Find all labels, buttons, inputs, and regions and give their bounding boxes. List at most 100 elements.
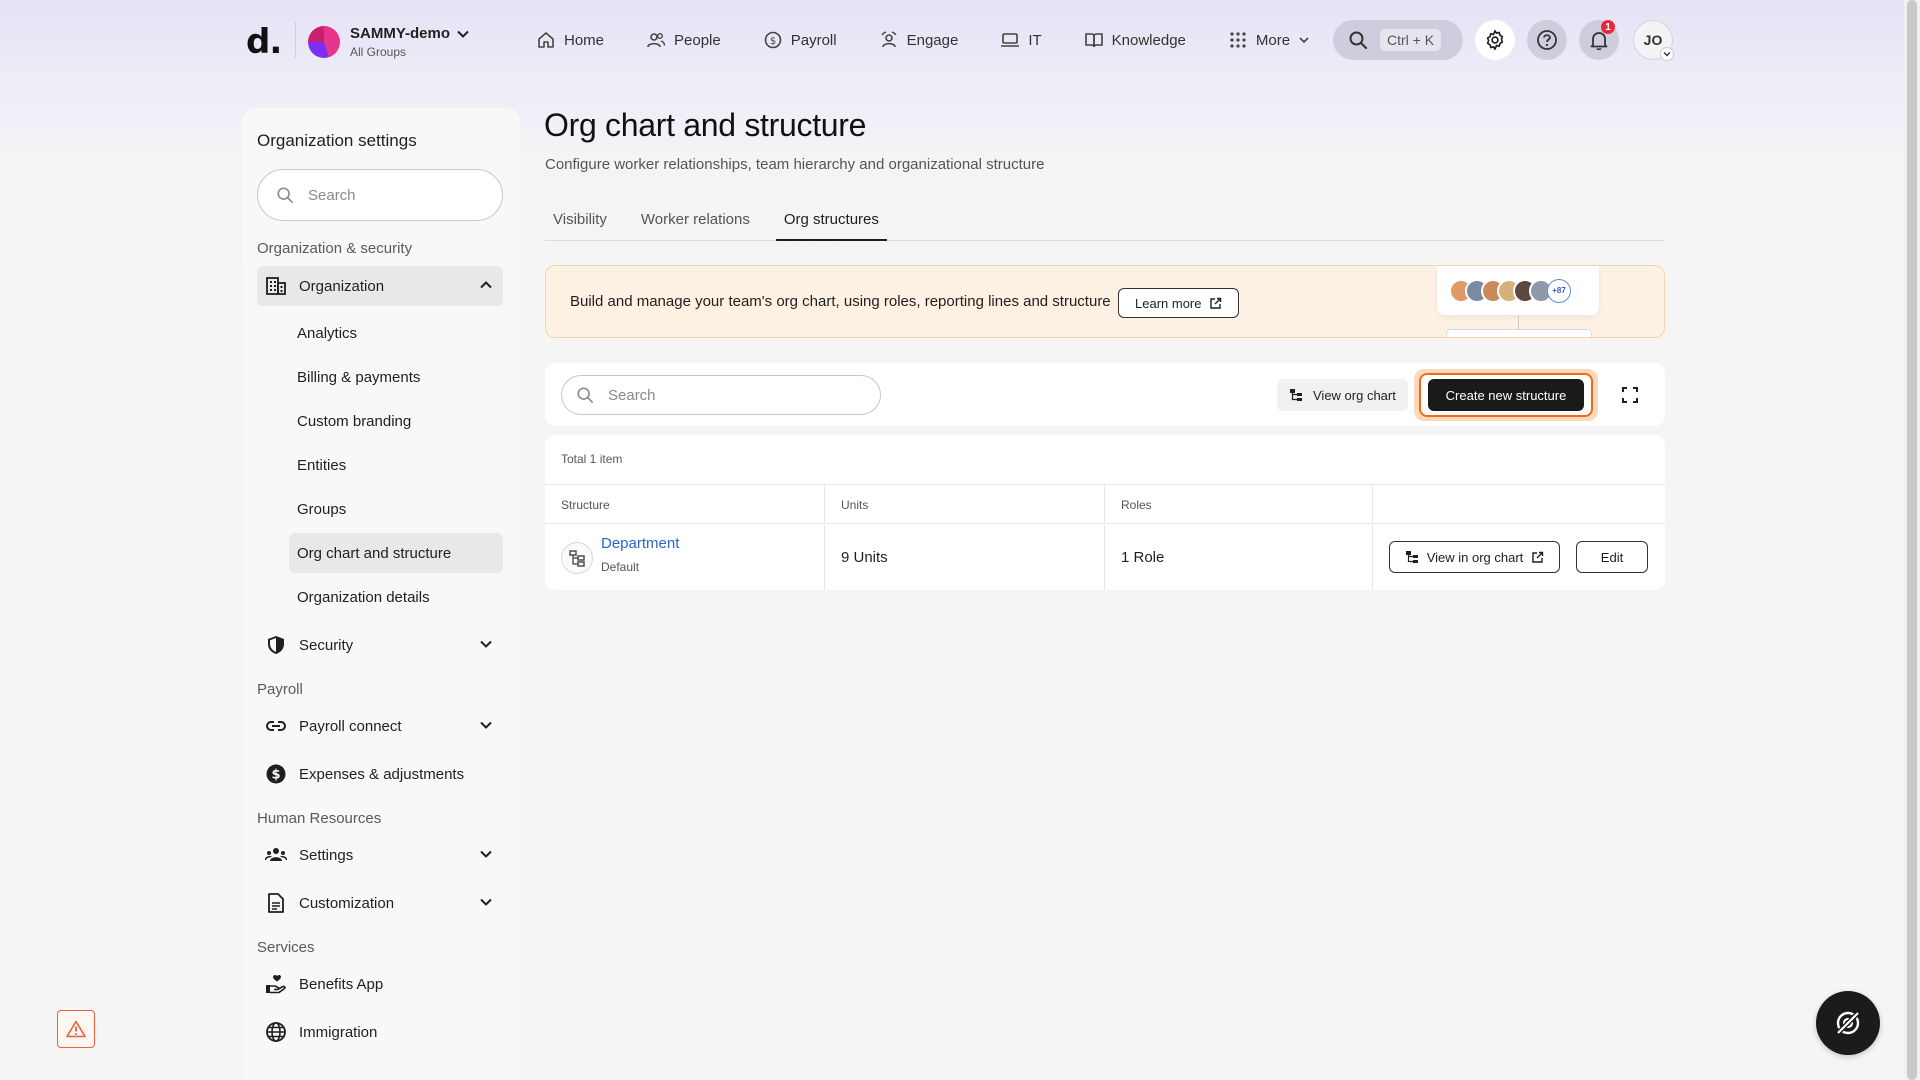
team-icon — [265, 844, 287, 866]
column-header-roles: Roles — [1105, 485, 1373, 524]
dollar-icon: $ — [265, 763, 287, 785]
nav-divider — [295, 22, 296, 58]
nav-it[interactable]: IT — [1000, 24, 1042, 56]
sidebar-item-label: Payroll connect — [299, 717, 402, 735]
cell-roles: 1 Role — [1105, 525, 1373, 590]
nav-engage[interactable]: Engage — [879, 24, 959, 56]
tab-org-structures[interactable]: Org structures — [775, 200, 887, 241]
help-button[interactable] — [1527, 20, 1567, 60]
sidebar-subitem-entities[interactable]: Entities — [289, 445, 503, 485]
support-icon — [1833, 1008, 1863, 1038]
book-icon — [1084, 30, 1104, 50]
org-group-label: All Groups — [350, 45, 407, 59]
external-link-icon — [1209, 297, 1222, 310]
sidebar-item-settings[interactable]: Settings — [257, 835, 503, 875]
chevron-down-icon — [479, 895, 493, 909]
cell-units: 9 Units — [825, 525, 1105, 590]
illustration-node — [1446, 329, 1592, 337]
org-name-row: SAMMY-demo — [350, 25, 470, 42]
view-org-chart-button[interactable]: View org chart — [1277, 379, 1408, 411]
sidebar-subitem-org-details[interactable]: Organization details — [289, 577, 503, 617]
sidebar-item-expenses[interactable]: $ Expenses & adjustments — [257, 754, 503, 794]
structures-search-input[interactable]: Search — [561, 375, 881, 415]
sidebar-item-benefits[interactable]: Benefits App — [257, 964, 503, 1004]
sidebar-item-payroll-connect[interactable]: Payroll connect — [257, 706, 503, 746]
page-scrollbar[interactable] — [1904, 0, 1920, 1080]
nav-home-label: Home — [564, 31, 605, 49]
svg-text:$: $ — [271, 768, 280, 783]
sidebar-item-organization[interactable]: Organization — [257, 266, 503, 306]
nav-more[interactable]: More — [1228, 24, 1310, 56]
cell-actions: View in org chart Edit — [1373, 525, 1665, 590]
create-new-structure-button[interactable]: Create new structure — [1428, 379, 1584, 411]
global-search-button[interactable]: Ctrl + K — [1333, 20, 1463, 60]
scrollbar-thumb[interactable] — [1907, 0, 1917, 1080]
chevron-down-icon — [479, 718, 493, 732]
structure-icon — [561, 542, 593, 574]
sidebar-item-label: Settings — [299, 846, 354, 864]
section-org-security: Organization & security — [257, 240, 413, 257]
tab-worker-relations[interactable]: Worker relations — [633, 200, 758, 241]
fullscreen-button[interactable] — [1616, 381, 1644, 409]
sidebar-subitem-analytics[interactable]: Analytics — [289, 313, 503, 353]
view-in-org-chart-label: View in org chart — [1426, 549, 1524, 565]
sidebar-item-label: Security — [299, 636, 354, 654]
table-row: Department Default 9 Units 1 Role View i… — [545, 525, 1665, 590]
nav-engage-label: Engage — [906, 31, 959, 49]
sidebar-subitem-billing[interactable]: Billing & payments — [289, 357, 503, 397]
structures-search-placeholder: Search — [608, 386, 656, 404]
svg-text:$: $ — [770, 36, 776, 47]
org-name: SAMMY-demo — [350, 25, 451, 42]
settings-button[interactable] — [1475, 20, 1515, 60]
nav-home[interactable]: Home — [536, 24, 604, 56]
org-chart-illustration: +87 — [1437, 266, 1599, 315]
sidebar-subitem-groups[interactable]: Groups — [289, 489, 503, 529]
nav-knowledge-label: Knowledge — [1111, 31, 1186, 49]
nav-knowledge[interactable]: Knowledge — [1084, 24, 1186, 56]
link-icon — [265, 715, 287, 737]
structure-default-label: Default — [601, 560, 640, 574]
nav-people[interactable]: People — [646, 24, 721, 56]
sidebar-title: Organization settings — [257, 131, 417, 150]
column-header-structure: Structure — [545, 485, 825, 524]
user-avatar[interactable]: JO — [1633, 20, 1674, 61]
expand-icon — [1622, 387, 1638, 403]
learn-more-button[interactable]: Learn more — [1118, 288, 1240, 318]
sidebar-item-immigration[interactable]: Immigration — [257, 1012, 503, 1052]
support-widget-button[interactable] — [1816, 991, 1880, 1055]
structures-toolbar: Search View org chart Create new structu… — [545, 363, 1665, 426]
home-icon — [536, 30, 556, 50]
user-initials: JO — [1643, 32, 1663, 48]
warning-button[interactable] — [57, 1010, 95, 1048]
section-hr: Human Resources — [257, 810, 382, 827]
sidebar-subitem-branding[interactable]: Custom branding — [289, 401, 503, 441]
column-header-units: Units — [825, 485, 1105, 524]
gear-icon — [1484, 29, 1506, 51]
org-switcher[interactable]: SAMMY-demo All Groups — [308, 22, 470, 62]
cell-structure: Department Default — [545, 525, 825, 590]
sidebar-search-input[interactable]: Search — [257, 169, 503, 221]
notifications-button[interactable]: 1 — [1579, 20, 1619, 60]
sidebar-item-customization[interactable]: Customization — [257, 883, 503, 923]
tab-visibility[interactable]: Visibility — [545, 200, 615, 241]
chevron-up-icon — [479, 278, 493, 292]
page-title: Org chart and structure — [544, 107, 867, 143]
nav-people-label: People — [674, 31, 721, 49]
search-icon — [276, 186, 294, 204]
structures-table: Total 1 item Structure Units Roles Depar… — [545, 435, 1665, 590]
learn-more-label: Learn more — [1135, 295, 1202, 311]
org-avatar — [308, 26, 340, 58]
structure-name-link[interactable]: Department — [601, 535, 679, 552]
sidebar-item-label: Immigration — [299, 1023, 378, 1041]
sidebar-subitem-org-chart[interactable]: Org chart and structure — [289, 533, 503, 573]
nav-payroll[interactable]: $ Payroll — [763, 24, 837, 56]
sidebar-item-security[interactable]: Security — [257, 625, 503, 665]
edit-button[interactable]: Edit — [1576, 541, 1648, 573]
notification-badge: 1 — [1601, 20, 1615, 34]
deel-logo[interactable]: d. — [246, 22, 282, 62]
total-count: Total 1 item — [561, 452, 623, 466]
help-icon — [1536, 29, 1558, 51]
section-payroll: Payroll — [257, 681, 303, 698]
view-in-org-chart-button[interactable]: View in org chart — [1389, 541, 1560, 573]
laptop-icon — [1000, 30, 1020, 50]
